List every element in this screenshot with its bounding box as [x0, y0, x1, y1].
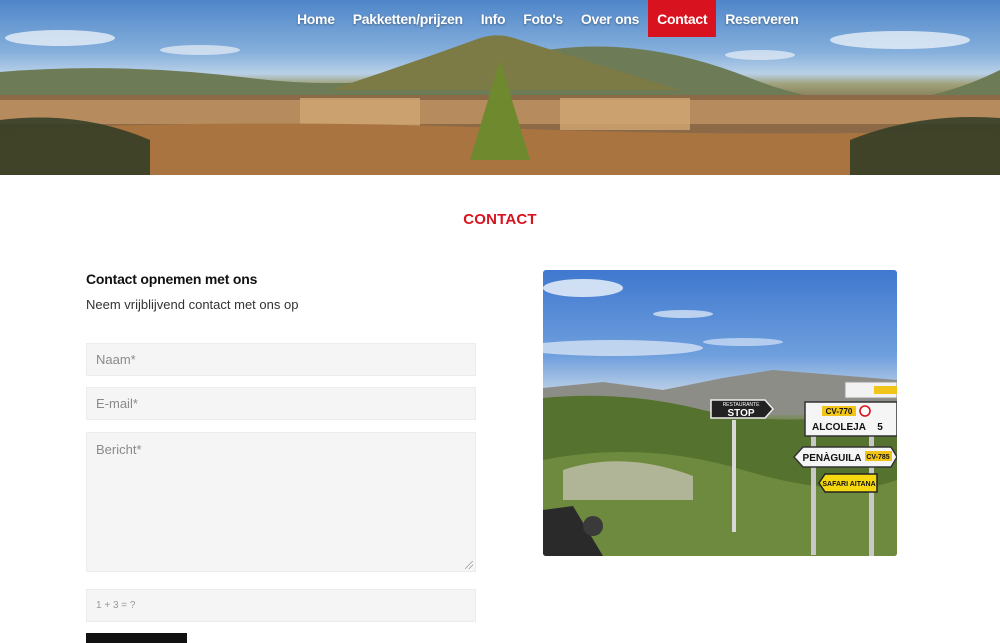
- alcoleja-sign: CV-770 ALCOLEJA 5: [804, 401, 897, 437]
- contact-photo: RESTAURANTE STOP CV-770 ALCOLEJA 5 PENÀG…: [543, 270, 897, 556]
- nav-item-contact[interactable]: Contact: [648, 0, 717, 37]
- name-field[interactable]: Naam*: [86, 343, 476, 376]
- penaguila-sign: PENÀGUILA CV-785: [792, 446, 897, 468]
- stop-label: STOP: [727, 408, 754, 419]
- contact-heading: Contact opnemen met ons: [86, 271, 258, 287]
- message-field[interactable]: Bericht*: [86, 432, 476, 572]
- nav-item-fotos[interactable]: Foto's: [514, 0, 572, 37]
- nav-item-reserveren[interactable]: Reserveren: [716, 0, 807, 37]
- road2-label: CV-785: [866, 454, 889, 461]
- captcha-field[interactable]: 1 + 3 = ?: [86, 589, 476, 622]
- nav-item-over-ons[interactable]: Over ons: [572, 0, 648, 37]
- page-title: CONTACT: [463, 211, 537, 228]
- hero-banner: Home Pakketten/prijzen Info Foto's Over …: [0, 0, 1000, 175]
- nav-item-home[interactable]: Home: [288, 0, 344, 37]
- main-nav: Home Pakketten/prijzen Info Foto's Over …: [288, 0, 807, 37]
- contact-intro: Contact opnemen met ons Neem vrijblijven…: [86, 268, 476, 312]
- nav-item-info[interactable]: Info: [472, 0, 514, 37]
- town1-label: ALCOLEJA: [812, 422, 866, 433]
- nav-item-pakketten-prijzen[interactable]: Pakketten/prijzen: [344, 0, 472, 37]
- resize-handle-icon[interactable]: [465, 561, 473, 569]
- town1-distance: 5: [877, 422, 883, 433]
- road-signs-photo: RESTAURANTE STOP CV-770 ALCOLEJA 5 PENÀG…: [543, 279, 897, 556]
- town2-label: PENÀGUILA: [803, 451, 862, 464]
- safari-sign: SAFARI AITANA: [818, 473, 878, 493]
- road1-label: CV-770: [826, 407, 853, 416]
- submit-button[interactable]: [86, 633, 187, 643]
- contact-subtext: Neem vrijblijvend contact met ons op: [86, 297, 299, 312]
- safari-label: SAFARI AITANA: [822, 481, 875, 488]
- stop-sign: RESTAURANTE STOP: [710, 399, 775, 419]
- message-placeholder: Bericht*: [96, 442, 142, 457]
- email-field[interactable]: E-mail*: [86, 387, 476, 420]
